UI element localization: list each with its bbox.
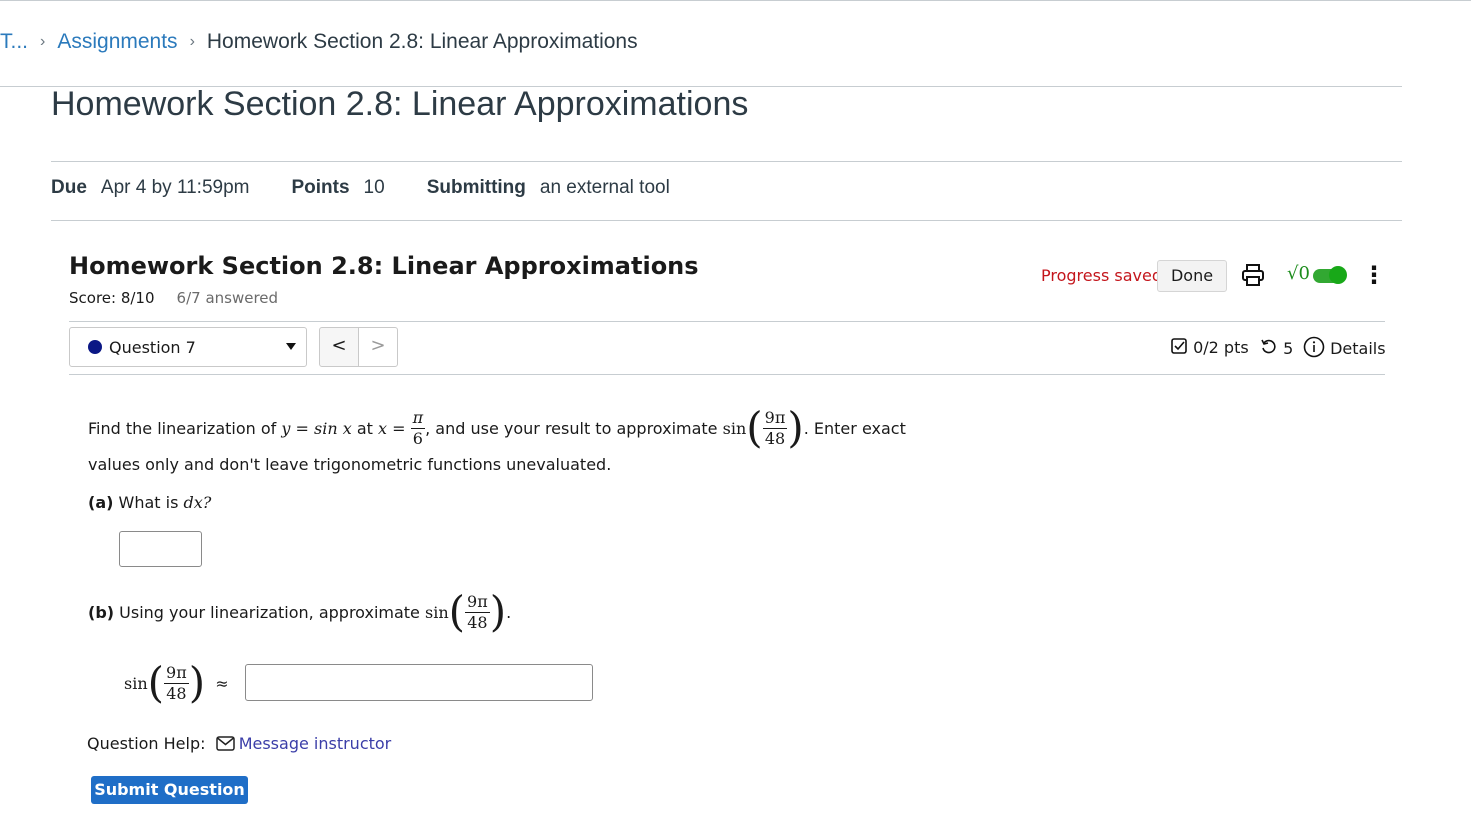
sin-function: sin (425, 602, 449, 622)
breadcrumb: T... › Assignments › Homework Section 2.… (0, 28, 638, 56)
fraction-denominator: 48 (166, 683, 187, 703)
question-help: Question Help: Message instructor (87, 734, 391, 753)
submitting-label: Submitting (426, 177, 526, 198)
part-b-prompt: (b) Using your linearization, approximat… (88, 587, 512, 636)
fraction-9pi-over-48: 9π 48 (762, 407, 788, 449)
breadcrumb-course-link[interactable]: T... (0, 30, 28, 54)
toggle-knob[interactable] (1329, 266, 1347, 284)
details-button[interactable]: Details (1303, 336, 1386, 358)
more-options-icon[interactable]: ⋮ (1362, 260, 1386, 290)
breadcrumb-current: Homework Section 2.8: Linear Approximati… (206, 30, 638, 53)
retry-icon (1261, 339, 1276, 354)
details-label: Details (1330, 339, 1386, 358)
right-paren: ) (188, 658, 206, 707)
fraction-numerator: 9π (465, 591, 490, 613)
part-b-label: (b) (88, 602, 115, 622)
assignment-details: Due Apr 4 by 11:59pm Points 10 Submittin… (51, 177, 712, 199)
left-paren: ( (746, 403, 763, 452)
math-entry-toggle-label: √0 (1287, 263, 1310, 284)
sin-function: sin (124, 673, 148, 693)
help-label: Question Help: (87, 734, 206, 753)
fraction-9pi-over-48: 9π 48 (164, 663, 189, 704)
attempts-remaining: 5 (1283, 339, 1294, 358)
equation-y: y = sin x (281, 418, 352, 438)
question-prompt: Find the linearization of y = sin x at x… (88, 402, 906, 454)
fraction-denominator: 6 (412, 428, 423, 448)
fraction-numerator: 9π (164, 662, 189, 684)
attempts-status: 5 (1260, 338, 1293, 358)
top-border (0, 0, 1471, 1)
progress-saved-status: Progress saved (1041, 266, 1162, 285)
approx-symbol: ≈ (215, 673, 229, 693)
question-select-value: Question 7 (109, 337, 196, 357)
equation-x: x = (378, 418, 406, 438)
part-b-answer-input[interactable] (245, 664, 593, 701)
previous-question-button[interactable]: < (319, 327, 359, 367)
prompt-text: at (356, 418, 373, 438)
fraction-pi-over-6: π 6 (410, 407, 426, 449)
info-icon (1303, 336, 1325, 358)
fraction-denominator: 48 (467, 612, 488, 632)
fraction-numerator: 9π (762, 407, 788, 429)
divider (69, 321, 1385, 322)
next-question-button[interactable]: > (358, 327, 398, 367)
left-paren: ( (147, 658, 165, 707)
left-paren: ( (448, 587, 466, 636)
points-label: Points (291, 177, 350, 198)
divider (69, 374, 1385, 375)
done-button[interactable]: Done (1157, 260, 1227, 292)
envelope-icon (215, 736, 235, 751)
part-a-text: What is (118, 493, 179, 512)
prompt-text: , and use your result to approximate (425, 418, 718, 438)
due-value: Apr 4 by 11:59pm (100, 177, 250, 198)
message-instructor-link[interactable]: Message instructor (239, 734, 392, 753)
points-status: 0/2 pts (1171, 338, 1249, 357)
part-a-prompt: (a) What is dx? (88, 493, 211, 512)
part-b-text: Using your linearization, approximate (119, 602, 420, 622)
divider (51, 161, 1402, 162)
chevron-right-icon: › (189, 33, 195, 50)
prompt-text: Find the linearization of (88, 418, 277, 438)
points-text: 0/2 pts (1193, 338, 1249, 357)
breadcrumb-assignments-link[interactable]: Assignments (57, 30, 177, 54)
score-summary: Score: 8/10 6/7 answered (69, 289, 278, 307)
tool-title: Homework Section 2.8: Linear Approximati… (69, 252, 699, 280)
prompt-text: . Enter exact (803, 418, 906, 438)
fraction-denominator: 48 (764, 428, 786, 448)
fraction-numerator: π (410, 407, 426, 429)
caret-down-icon (286, 343, 296, 350)
page-title: Homework Section 2.8: Linear Approximati… (51, 85, 749, 123)
part-a-label: (a) (88, 493, 114, 512)
question-select[interactable]: Question 7 (69, 327, 307, 367)
question-status-dot (88, 340, 102, 354)
submit-question-button[interactable]: Submit Question (91, 776, 248, 804)
part-a-answer-input[interactable] (119, 531, 202, 567)
submitting-value: an external tool (539, 177, 670, 198)
score: Score: 8/10 (69, 289, 155, 307)
prompt-text-line-2: values only and don't leave trigonometri… (88, 455, 612, 474)
points-value: 10 (363, 177, 385, 198)
sin-function: sin (722, 418, 747, 438)
due-label: Due (51, 177, 87, 198)
right-paren: ) (489, 587, 507, 636)
checkbox-icon (1171, 338, 1187, 354)
fraction-9pi-over-48: 9π 48 (465, 592, 490, 633)
divider (51, 220, 1402, 221)
chevron-right-icon: › (40, 33, 46, 50)
answered-count: 6/7 answered (176, 289, 279, 307)
part-a-math: dx? (183, 493, 212, 512)
part-b-answer-label: sin ( 9π 48 ) ≈ (124, 657, 229, 709)
print-icon[interactable] (1241, 263, 1265, 287)
right-paren: ) (787, 403, 804, 452)
